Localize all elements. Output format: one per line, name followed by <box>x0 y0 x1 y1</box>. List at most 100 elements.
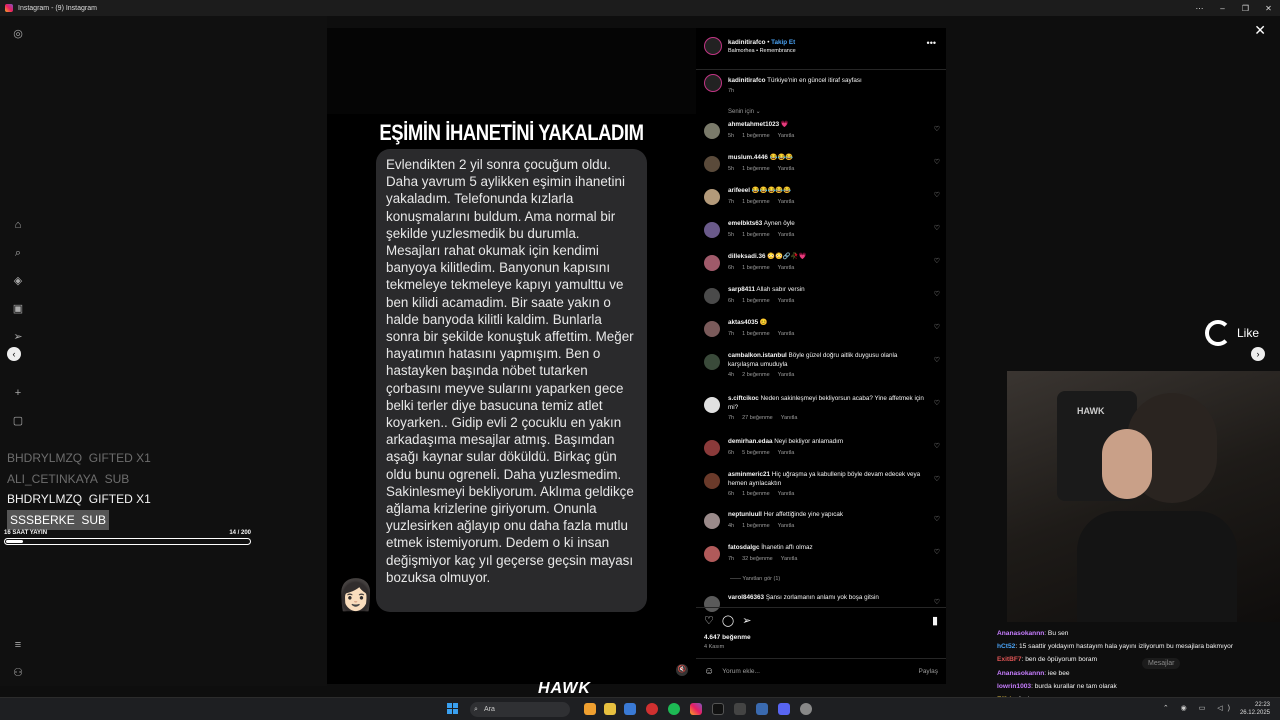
messages-button[interactable]: Mesajlar <box>1142 658 1181 669</box>
app-icon[interactable] <box>800 703 812 715</box>
view-replies-button[interactable]: —— Yanıtları gör (1) <box>730 576 780 582</box>
comment-like-icon[interactable]: ♡ <box>934 290 940 305</box>
comment-username[interactable]: emelbkts63 <box>728 220 762 227</box>
reply-button[interactable]: Yanıtla <box>778 523 795 529</box>
comment-avatar[interactable] <box>704 288 720 304</box>
comment-input[interactable]: Yorum ekle... <box>722 668 760 675</box>
window-maximize-button[interactable]: ❐ <box>1234 4 1257 13</box>
comment-username[interactable]: neptunluull <box>728 511 762 518</box>
caption-username[interactable]: kadinitirafco <box>728 77 765 84</box>
opera-icon[interactable] <box>646 703 658 715</box>
also-from-meta-icon[interactable]: ⚇ <box>11 666 25 680</box>
author-username[interactable]: kadinitirafco <box>728 39 765 46</box>
search-icon[interactable]: ⌕ <box>11 246 25 260</box>
comment-avatar[interactable] <box>704 321 720 337</box>
comment-like-icon[interactable]: ♡ <box>934 598 940 612</box>
comment-like-icon[interactable]: ♡ <box>934 191 940 206</box>
caption-avatar[interactable] <box>704 74 722 92</box>
comment-likes[interactable]: 1 beğenme <box>742 265 770 271</box>
chat-username[interactable]: Ananasokannn <box>997 670 1044 677</box>
reply-button[interactable]: Yanıtla <box>778 199 795 205</box>
comment-likes[interactable]: 27 beğenme <box>742 415 773 421</box>
comment-username[interactable]: aktas4035 <box>728 319 758 326</box>
comment-likes[interactable]: 1 beğenme <box>742 523 770 529</box>
comment-likes[interactable]: 1 beğenme <box>742 331 770 337</box>
comment-like-icon[interactable]: ♡ <box>934 442 940 457</box>
comment-likes[interactable]: 1 beğenme <box>742 166 770 172</box>
next-post-icon[interactable]: › <box>1251 347 1265 361</box>
follow-button[interactable]: Takip Et <box>771 39 795 46</box>
comment-like-icon[interactable]: ♡ <box>934 475 940 499</box>
system-tray[interactable]: ⌃ ◉ ▭ ◁) <box>1163 704 1235 712</box>
mute-icon[interactable]: 🔇 <box>676 664 688 676</box>
comment-avatar[interactable] <box>704 255 720 271</box>
instagram-logo-icon[interactable]: ◎ <box>11 27 25 41</box>
comment-avatar[interactable] <box>704 513 720 529</box>
reply-button[interactable]: Yanıtla <box>778 491 795 497</box>
reply-button[interactable]: Yanıtla <box>778 450 795 456</box>
reply-button[interactable]: Yanıtla <box>781 415 798 421</box>
reply-button[interactable]: Yanıtla <box>778 298 795 304</box>
home-icon[interactable]: ⌂ <box>11 218 25 232</box>
comment-username[interactable]: cambalkon.istanbul <box>728 352 787 359</box>
store-icon[interactable] <box>624 703 636 715</box>
comment-username[interactable]: dilleksadi.36 <box>728 253 765 260</box>
comment-likes[interactable]: 1 beğenme <box>742 199 770 205</box>
comment-like-icon[interactable]: ♡ <box>934 257 940 272</box>
comment-like-icon[interactable]: ♡ <box>934 356 940 380</box>
close-icon[interactable]: ✕ <box>1254 22 1266 39</box>
comment-like-icon[interactable]: ♡ <box>934 323 940 338</box>
comment-likes[interactable]: 2 beğenme <box>742 372 770 378</box>
comment-likes[interactable]: 1 beğenme <box>742 491 770 497</box>
reply-button[interactable]: Yanıtla <box>778 166 795 172</box>
chat-username[interactable]: lowrin1003 <box>997 683 1031 690</box>
reply-button[interactable]: Yanıtla <box>778 133 795 139</box>
clock[interactable]: 22:23 26.12.2025 <box>1240 701 1270 717</box>
comment-like-icon[interactable]: ♡ <box>934 224 940 239</box>
comment-username[interactable]: ahmetahmet1023 <box>728 121 779 128</box>
taskbar-search[interactable]: Ara <box>470 702 570 717</box>
tiktok-icon[interactable] <box>712 703 724 715</box>
comment-avatar[interactable] <box>704 397 720 413</box>
comment-avatar[interactable] <box>704 473 720 489</box>
comment-username[interactable]: varol846363 <box>728 594 764 601</box>
create-icon[interactable]: + <box>11 386 25 400</box>
reply-button[interactable]: Yanıtla <box>778 331 795 337</box>
comment-username[interactable]: fatosdalgc <box>728 544 760 551</box>
comment-likes[interactable]: 5 beğenme <box>742 450 770 456</box>
comment-like-icon[interactable]: ♡ <box>934 125 940 140</box>
comment-like-icon[interactable]: ♡ <box>934 399 940 423</box>
app-icon[interactable] <box>756 703 768 715</box>
comment-likes[interactable]: 32 beğenme <box>742 556 773 562</box>
chat-username[interactable]: ExitBF7 <box>997 656 1022 663</box>
comment-avatar[interactable] <box>704 596 720 612</box>
comment-like-icon[interactable]: ♡ <box>934 548 940 563</box>
comment-icon[interactable]: ◯ <box>722 614 734 627</box>
bookmark-icon[interactable]: ▮ <box>932 614 938 627</box>
likes-count[interactable]: 4.647 beğenme <box>704 634 751 641</box>
comment-username[interactable]: arifeeel <box>728 187 750 194</box>
comment-avatar[interactable] <box>704 354 720 370</box>
post-comment-button[interactable]: Paylaş <box>918 668 938 675</box>
profile-icon[interactable]: ▢ <box>11 414 25 428</box>
reels-icon[interactable]: ▣ <box>11 302 25 316</box>
app-icon[interactable] <box>734 703 746 715</box>
comment-likes[interactable]: 1 beğenme <box>742 232 770 238</box>
comment-avatar[interactable] <box>704 156 720 172</box>
reply-button[interactable]: Yanıtla <box>778 232 795 238</box>
comment-like-icon[interactable]: ♡ <box>934 158 940 173</box>
like-icon[interactable]: ♡ <box>704 614 714 627</box>
comment-likes[interactable]: 1 beğenme <box>742 298 770 304</box>
reply-button[interactable]: Yanıtla <box>778 265 795 271</box>
messages-icon[interactable]: ➢ <box>11 330 25 344</box>
comment-username[interactable]: demirhan.edaa <box>728 438 772 445</box>
instagram-taskbar-icon[interactable] <box>690 703 702 715</box>
emoji-picker-icon[interactable]: ☺ <box>704 666 714 677</box>
more-options-icon[interactable]: ••• <box>927 38 936 48</box>
comment-username[interactable]: sarp8411 <box>728 286 755 293</box>
spotify-icon[interactable] <box>668 703 680 715</box>
comment-sort-dropdown[interactable]: Senin için ⌄ <box>728 108 761 115</box>
folder-icon[interactable] <box>604 703 616 715</box>
share-icon[interactable]: ➢ <box>742 614 751 627</box>
audio-label[interactable]: Balmorhea • Remembrance <box>728 48 796 54</box>
